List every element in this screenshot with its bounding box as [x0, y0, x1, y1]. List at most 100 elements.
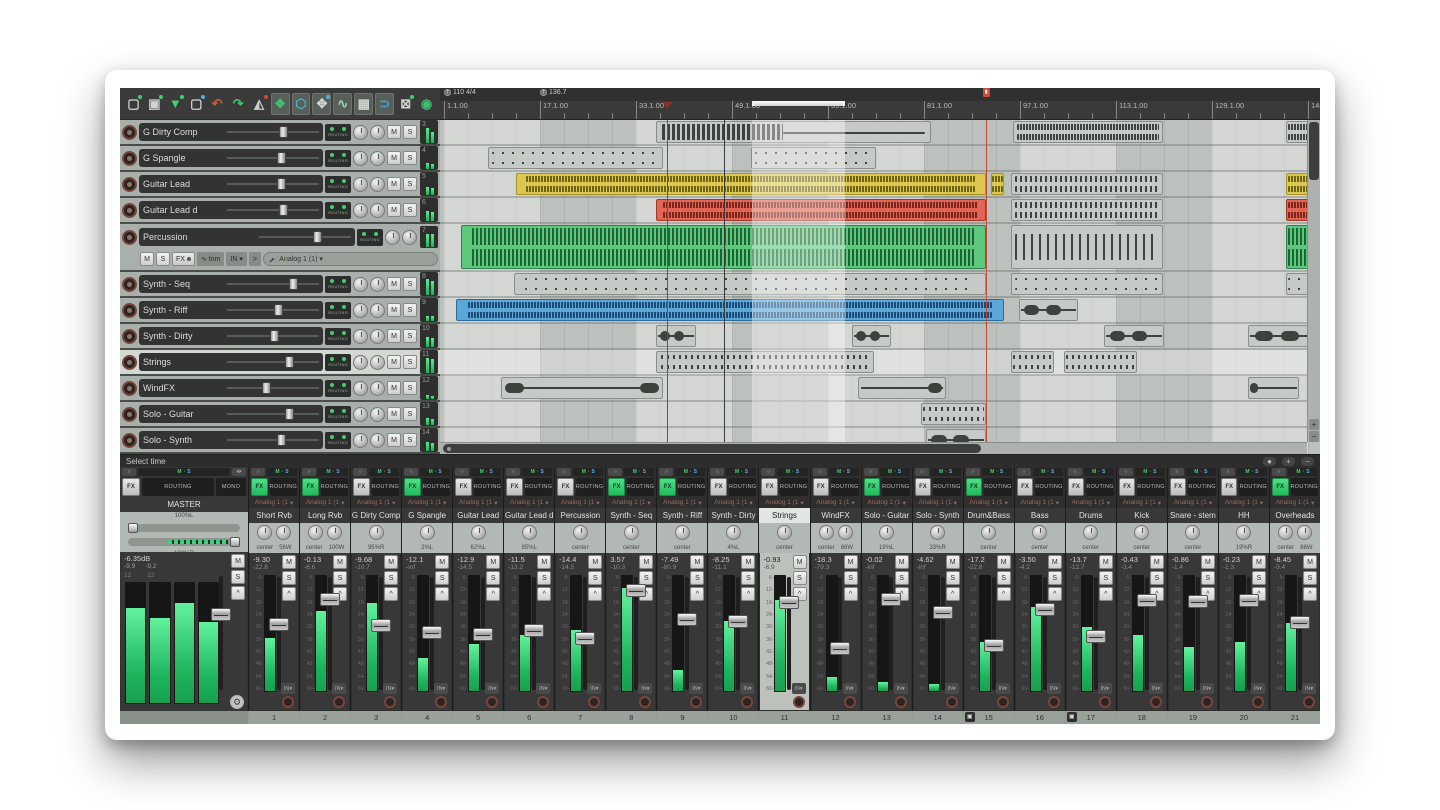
undo-button[interactable]: ↶: [208, 93, 227, 115]
strip-env-button[interactable]: ○: [1170, 468, 1184, 476]
track-panel-guitar-lead-d[interactable]: Guitar Lead dROUTINGMS6: [120, 198, 440, 222]
track-routing-button[interactable]: ROUTING: [325, 354, 351, 371]
strip-routing-button[interactable]: ROUTING: [984, 478, 1011, 496]
media-item[interactable]: [1011, 199, 1163, 221]
record-arm-button[interactable]: [122, 329, 137, 344]
strip-env-mini-button[interactable]: ^: [384, 587, 398, 601]
strip-fader-track[interactable]: [685, 577, 689, 690]
strip-solo-button[interactable]: S: [895, 571, 909, 585]
media-item[interactable]: [456, 299, 1004, 321]
strip-input-button[interactable]: IN▾: [945, 683, 959, 694]
master-fx-button[interactable]: FX: [122, 478, 140, 496]
mixer-strip-synth-riff[interactable]: ○M·SFXROUTINGAnalog 1 (1▾Synth - Riffcen…: [657, 467, 707, 711]
record-arm-button[interactable]: [122, 277, 137, 292]
number-cell[interactable]: 3: [351, 711, 401, 724]
metronome-button[interactable]: ◭: [250, 93, 269, 115]
strip-solo-button[interactable]: S: [946, 571, 960, 585]
track-pan-knob[interactable]: [353, 381, 368, 396]
open-project-button[interactable]: ▣: [145, 93, 164, 115]
volume-slider-knob[interactable]: [277, 434, 286, 446]
number-cell[interactable]: 18: [1117, 711, 1167, 724]
strip-fader-knob[interactable]: [524, 624, 544, 637]
pan-knob[interactable]: [230, 537, 240, 547]
strip-input-selector[interactable]: Analog 1 (1▾: [300, 497, 350, 508]
volume-slider-knob[interactable]: [279, 204, 288, 216]
tick-lane[interactable]: 1.1.0017.1.0033.1.0049.1.0065.1.0081.1.0…: [440, 101, 1320, 119]
strip-input-selector[interactable]: Analog 1 (1▾: [249, 497, 299, 508]
mixer-strip-guitar-lead[interactable]: ○M·SFXROUTINGAnalog 1 (1▾Guitar Lead62%L…: [453, 467, 503, 711]
strip-record-arm-button[interactable]: [1201, 696, 1213, 708]
strip-input-button[interactable]: IN▾: [1098, 683, 1112, 694]
media-item[interactable]: [1064, 351, 1137, 373]
strip-input-button[interactable]: IN▾: [332, 683, 346, 694]
strip-env-button[interactable]: ○: [251, 468, 265, 476]
strip-fx-button[interactable]: FX: [557, 478, 574, 496]
master-env-button[interactable]: ○: [122, 468, 136, 476]
master-mono-button[interactable]: MONO: [216, 478, 246, 496]
strip-fader-knob[interactable]: [728, 615, 748, 628]
strip-fx-button[interactable]: FX: [404, 478, 421, 496]
strip-input-selector[interactable]: Analog 1 (1▾: [964, 497, 1014, 508]
strip-input-button[interactable]: IN▾: [1302, 683, 1316, 694]
track-width-knob[interactable]: [402, 230, 417, 245]
tempo-marker[interactable]: T136.7: [540, 89, 567, 96]
strip-input-selector[interactable]: Analog 1 (1▾: [402, 497, 452, 508]
redo-button[interactable]: ↷: [229, 93, 248, 115]
master-routing-button[interactable]: ROUTING: [142, 478, 214, 496]
track-namebox[interactable]: G Spangle: [139, 149, 323, 167]
track-mute-button[interactable]: M: [387, 407, 401, 421]
mixer-strip-solo-guitar[interactable]: ○M·SFXROUTINGAnalog 1 (1▾Solo - Guitar19…: [862, 467, 912, 711]
strip-fader-knob[interactable]: [1188, 595, 1208, 608]
media-item[interactable]: [1104, 325, 1164, 347]
number-cell[interactable]: 4: [402, 711, 452, 724]
track-volume-slider[interactable]: [227, 127, 319, 137]
strip-fader-knob[interactable]: [1239, 594, 1259, 607]
record-arm-button[interactable]: [122, 433, 137, 448]
strip-pan-knob[interactable]: [471, 525, 486, 540]
strip-mute-button[interactable]: M: [844, 555, 858, 569]
mixer-strip-overheads[interactable]: ○M·SFXROUTINGAnalog 1 (1▾Overheadscenter…: [1270, 467, 1320, 711]
track-routing-button[interactable]: ROUTING: [357, 229, 383, 246]
strip-env-button[interactable]: ○: [813, 468, 827, 476]
strip-input-selector[interactable]: Analog 1 (1▾: [504, 497, 554, 508]
tempo-marker[interactable]: T110 4/4: [444, 89, 476, 96]
strip-env-button[interactable]: ○: [915, 468, 929, 476]
strip-solo-button[interactable]: S: [639, 571, 653, 585]
strip-fader-track[interactable]: [430, 577, 434, 690]
track-pan-knob[interactable]: [353, 203, 368, 218]
strip-fader-track[interactable]: [736, 577, 740, 690]
save-project-button[interactable]: ▼: [166, 93, 185, 115]
strip-fader-track[interactable]: [1094, 577, 1098, 690]
strip-pan-knob[interactable]: [308, 525, 323, 540]
strip-input-button[interactable]: IN▾: [843, 683, 857, 694]
strip-mute-button[interactable]: M: [1303, 555, 1317, 569]
track-mute-button[interactable]: M: [387, 303, 401, 317]
strip-solo-button[interactable]: S: [384, 571, 398, 585]
strip-fx-button[interactable]: FX: [1221, 478, 1238, 496]
track-input-monitor-button[interactable]: IN ▾: [226, 252, 246, 266]
strip-fader-knob[interactable]: [984, 639, 1004, 652]
strip-pan-knob[interactable]: [1134, 525, 1149, 540]
strip-record-arm-button[interactable]: [997, 696, 1009, 708]
track-namebox[interactable]: Guitar Lead: [139, 175, 323, 193]
strip-env-mini-button[interactable]: ^: [435, 587, 449, 601]
strip-routing-button[interactable]: ROUTING: [831, 478, 858, 496]
strip-mute-button[interactable]: M: [1252, 555, 1266, 569]
strip-input-button[interactable]: IN▾: [434, 683, 448, 694]
track-width-knob[interactable]: [370, 277, 385, 292]
strip-env-button[interactable]: ○: [1068, 468, 1082, 476]
strip-input-button[interactable]: IN▾: [383, 683, 397, 694]
number-cell[interactable]: 10: [708, 711, 758, 724]
strip-pan-knob[interactable]: [257, 525, 272, 540]
strip-fx-button[interactable]: FX: [710, 478, 727, 496]
strip-input-selector[interactable]: Analog 1 (1▾: [351, 497, 401, 508]
ripple-editing-button[interactable]: ⬡: [292, 93, 311, 115]
strip-solo-button[interactable]: S: [282, 571, 296, 585]
track-solo-button[interactable]: S: [403, 407, 417, 421]
strip-fader-knob[interactable]: [830, 642, 850, 655]
playhead-flag[interactable]: ▮: [983, 88, 990, 97]
mixer-strip-g-dirty-comp[interactable]: ○M·SFXROUTINGAnalog 1 (1▾G Dirty Comp95%…: [351, 467, 401, 711]
track-pan-knob[interactable]: [353, 177, 368, 192]
number-cell[interactable]: 17▣: [1066, 711, 1116, 724]
strip-mute-button[interactable]: M: [486, 555, 500, 569]
